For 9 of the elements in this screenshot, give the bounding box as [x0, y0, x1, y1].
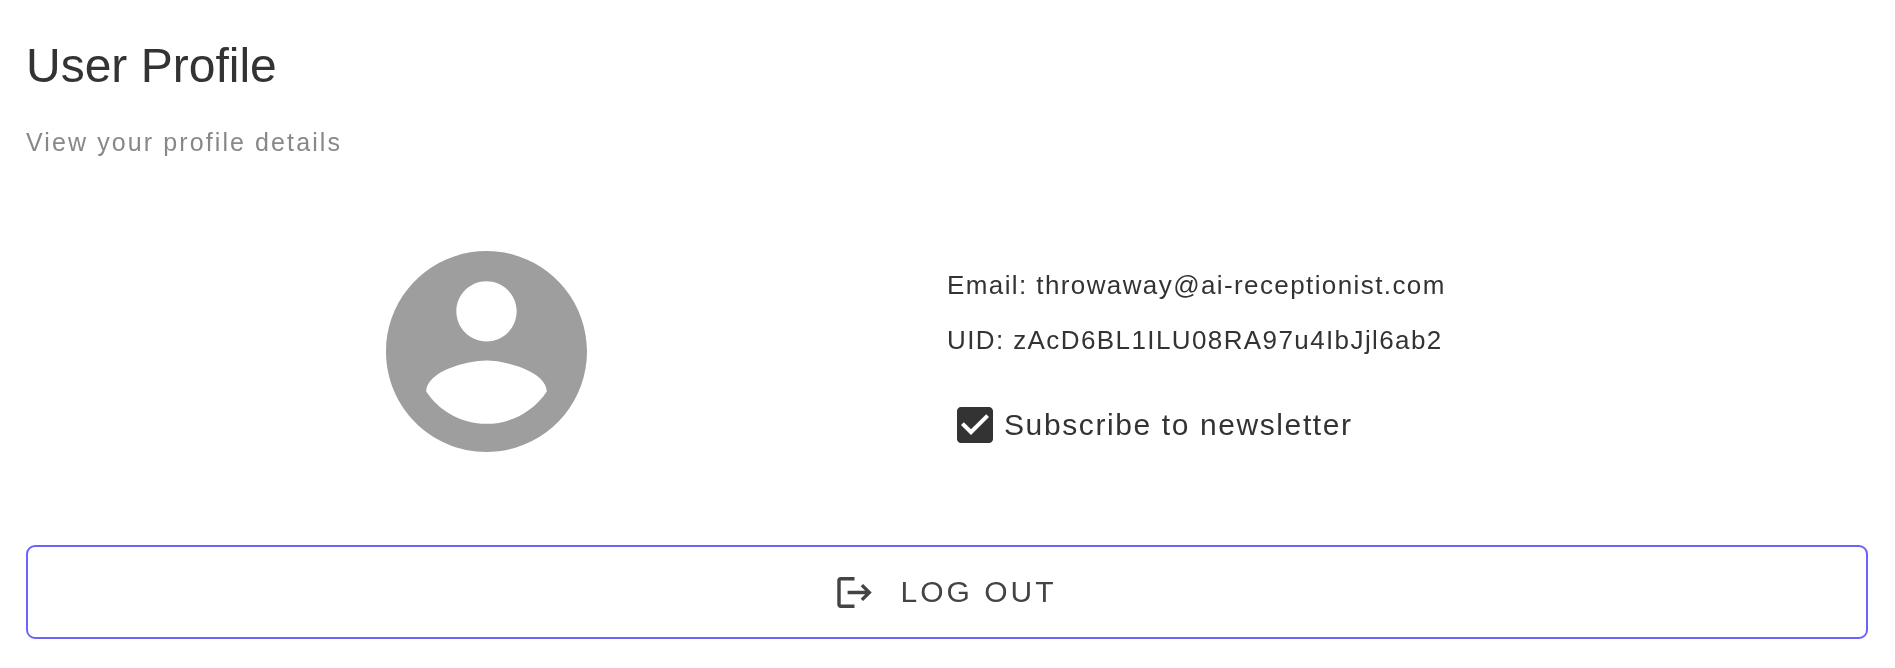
uid-text: UID: zAcD6BL1ILU08RA97u4IbJjl6ab2	[947, 323, 1443, 357]
user-avatar-icon	[386, 251, 587, 453]
email-text: Email: throwaway@ai-receptionist.com	[947, 268, 1446, 302]
logout-button[interactable]: LOG OUT	[26, 545, 1868, 640]
logout-icon	[837, 576, 873, 608]
newsletter-label[interactable]: Subscribe to newsletter	[1004, 403, 1353, 446]
page-title: User Profile	[26, 38, 277, 94]
checkbox[interactable]	[957, 406, 993, 443]
page-subtitle: View your profile details	[26, 126, 343, 158]
